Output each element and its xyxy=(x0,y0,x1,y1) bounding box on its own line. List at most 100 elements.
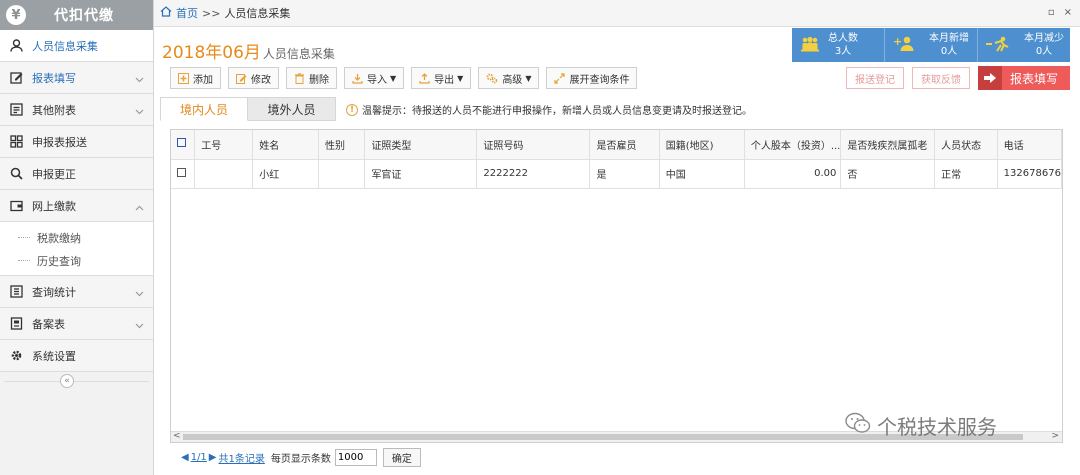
sidebar-item-label: 网上缴款 xyxy=(32,199,76,213)
sidebar-subitem-label: 历史查询 xyxy=(37,254,81,268)
sidebar-item-online-payment[interactable]: 网上缴款 xyxy=(0,190,153,222)
edit-icon xyxy=(9,71,23,85)
confirm-button[interactable]: 确定 xyxy=(382,448,421,467)
column-header[interactable]: 是否残疾烈属孤老 xyxy=(840,130,936,160)
personnel-tabs: 境内人员 境外人员 xyxy=(160,97,336,121)
breadcrumb-current: 人员信息采集 xyxy=(224,7,291,20)
sidebar-item-label: 申报表报送 xyxy=(32,135,87,149)
expand-query-button[interactable]: 展开查询条件 xyxy=(546,67,638,89)
report-icon xyxy=(9,285,23,299)
search-icon xyxy=(9,167,23,181)
sidebar-item-label: 系统设置 xyxy=(32,349,76,363)
import-icon xyxy=(352,73,363,84)
yen-logo-icon: ¥ xyxy=(6,5,26,25)
sidebar-item-declaration-correction[interactable]: 申报更正 xyxy=(0,158,153,190)
column-header[interactable]: 国籍(地区) xyxy=(659,130,745,160)
table-cell: 正常 xyxy=(934,159,998,189)
tip-text: 温馨提示：待报送的人员不能进行申报操作，新增人员或人员信息变更请及时报送登记。 xyxy=(362,106,752,117)
personnel-table: 工号 姓名 性别 证照类型 证照号码 是否雇员 国籍(地区) 个人股本（投资）.… xyxy=(170,129,1063,443)
person-minus-icon xyxy=(986,36,1010,55)
caret-down-icon: ▼ xyxy=(525,73,532,83)
table-row[interactable]: 小红 军官证 2222222 是 中国 0.00 否 正常 132678676 xyxy=(171,159,1062,189)
page-title: 2018年06月 人员信息采集 xyxy=(162,38,335,63)
sidebar-item-label: 查询统计 xyxy=(32,285,76,299)
sidebar-item-other-schedules[interactable]: 其他附表 xyxy=(0,94,153,126)
warning-icon: ! xyxy=(346,103,358,116)
restore-icon[interactable]: ▫ xyxy=(1048,7,1055,18)
column-header[interactable]: 工号 xyxy=(194,130,254,160)
stat-total: 总人数 3人 xyxy=(792,28,885,62)
import-dropdown-label: 导入 xyxy=(367,74,387,86)
record-count[interactable]: 共1条记录 xyxy=(219,450,265,465)
action-buttons: 报送登记 获取反馈 报表填写 xyxy=(846,66,1070,90)
sidebar-item-personnel-info[interactable]: 人员信息采集 xyxy=(0,30,153,62)
advanced-dropdown[interactable]: 高级 ▼ xyxy=(478,67,540,89)
sidebar-item-label: 报表填写 xyxy=(32,71,76,85)
trash-icon xyxy=(294,72,305,84)
breadcrumb-home-link[interactable]: 首页 xyxy=(176,5,198,21)
tab-domestic-personnel[interactable]: 境内人员 xyxy=(160,97,248,121)
add-button[interactable]: 添加 xyxy=(170,67,221,89)
select-all-checkbox[interactable] xyxy=(171,130,196,160)
stat-removed: 本月减少 0人 xyxy=(978,28,1070,62)
column-header[interactable]: 电话 xyxy=(997,130,1062,160)
per-page-label: 每页显示条数 xyxy=(270,454,331,465)
sidebar: ¥ 代扣代缴 人员信息采集 报表填写 其他附表 申报表报送 申报更正 网上缴款 … xyxy=(0,0,154,475)
scroll-right-icon[interactable]: > xyxy=(1051,431,1059,441)
scroll-left-icon[interactable]: < xyxy=(173,431,181,441)
sidebar-collapse-button[interactable]: « xyxy=(60,374,74,388)
sidebar-item-label: 人员信息采集 xyxy=(32,39,98,53)
add-button-label: 添加 xyxy=(193,74,213,86)
sidebar-item-filing-forms[interactable]: 备案表 xyxy=(0,308,153,340)
sidebar-item-submit-declaration[interactable]: 申报表报送 xyxy=(0,126,153,158)
column-header[interactable]: 人员状态 xyxy=(934,130,998,160)
sidebar-subitem-tax-payment[interactable]: 税款缴纳 xyxy=(0,226,153,249)
table-cell: 2222222 xyxy=(476,159,591,189)
table-cell: 中国 xyxy=(659,159,745,189)
sidebar-header: ¥ 代扣代缴 xyxy=(0,0,153,30)
table-cell: 0.00 xyxy=(744,159,842,189)
grid-icon xyxy=(9,135,23,149)
per-page-input[interactable] xyxy=(334,449,377,466)
sidebar-item-report-fill[interactable]: 报表填写 xyxy=(0,62,153,94)
export-dropdown[interactable]: 导出 ▼ xyxy=(411,67,472,89)
table-cell: 否 xyxy=(840,159,936,189)
stat-total-label: 总人数 xyxy=(828,33,858,44)
column-header[interactable]: 证照类型 xyxy=(364,130,478,160)
table-cell xyxy=(194,159,254,189)
table-cell: 小红 xyxy=(252,159,320,189)
chevron-down-icon xyxy=(135,287,144,300)
delete-button[interactable]: 删除 xyxy=(286,67,337,89)
column-header[interactable]: 是否雇员 xyxy=(589,130,660,160)
stats-panel: 总人数 3人 + 本月新增 0人 本月减少 0人 xyxy=(792,28,1070,62)
pagination: ◀ 1/1 ▶ 共1条记录 每页显示条数 确定 xyxy=(181,448,421,467)
import-dropdown[interactable]: 导入 ▼ xyxy=(344,67,405,89)
row-checkbox[interactable] xyxy=(171,159,196,189)
page-indicator[interactable]: 1/1 xyxy=(191,452,207,463)
close-icon[interactable]: × xyxy=(1064,7,1072,18)
chevron-down-icon xyxy=(135,105,144,118)
advanced-dropdown-label: 高级 xyxy=(502,74,523,86)
sidebar-item-system-settings[interactable]: 系统设置 xyxy=(0,340,153,372)
sidebar-subitem-label: 税款缴纳 xyxy=(37,231,81,245)
sidebar-item-query-statistics[interactable]: 查询统计 xyxy=(0,276,153,308)
column-header[interactable]: 个人股本（投资）... xyxy=(744,130,842,160)
fill-report-button[interactable]: 报表填写 xyxy=(978,66,1070,90)
list-icon xyxy=(9,103,23,117)
submit-register-button[interactable]: 报送登记 xyxy=(846,67,904,89)
next-page-icon[interactable]: ▶ xyxy=(209,452,217,463)
column-header[interactable]: 性别 xyxy=(318,130,366,160)
column-header[interactable]: 姓名 xyxy=(252,130,320,160)
export-icon xyxy=(419,72,430,84)
tab-overseas-personnel[interactable]: 境外人员 xyxy=(248,97,336,121)
chevron-down-icon xyxy=(135,73,144,86)
home-icon xyxy=(160,6,172,20)
get-feedback-button[interactable]: 获取反馈 xyxy=(912,67,970,89)
table-cell: 是 xyxy=(589,159,660,189)
svg-text:+: + xyxy=(893,36,902,48)
column-header[interactable]: 证照号码 xyxy=(476,130,591,160)
edit-button[interactable]: 修改 xyxy=(228,67,279,89)
prev-page-icon[interactable]: ◀ xyxy=(181,452,189,463)
sidebar-subitem-history-query[interactable]: 历史查询 xyxy=(0,249,153,272)
gear-icon xyxy=(9,349,23,363)
